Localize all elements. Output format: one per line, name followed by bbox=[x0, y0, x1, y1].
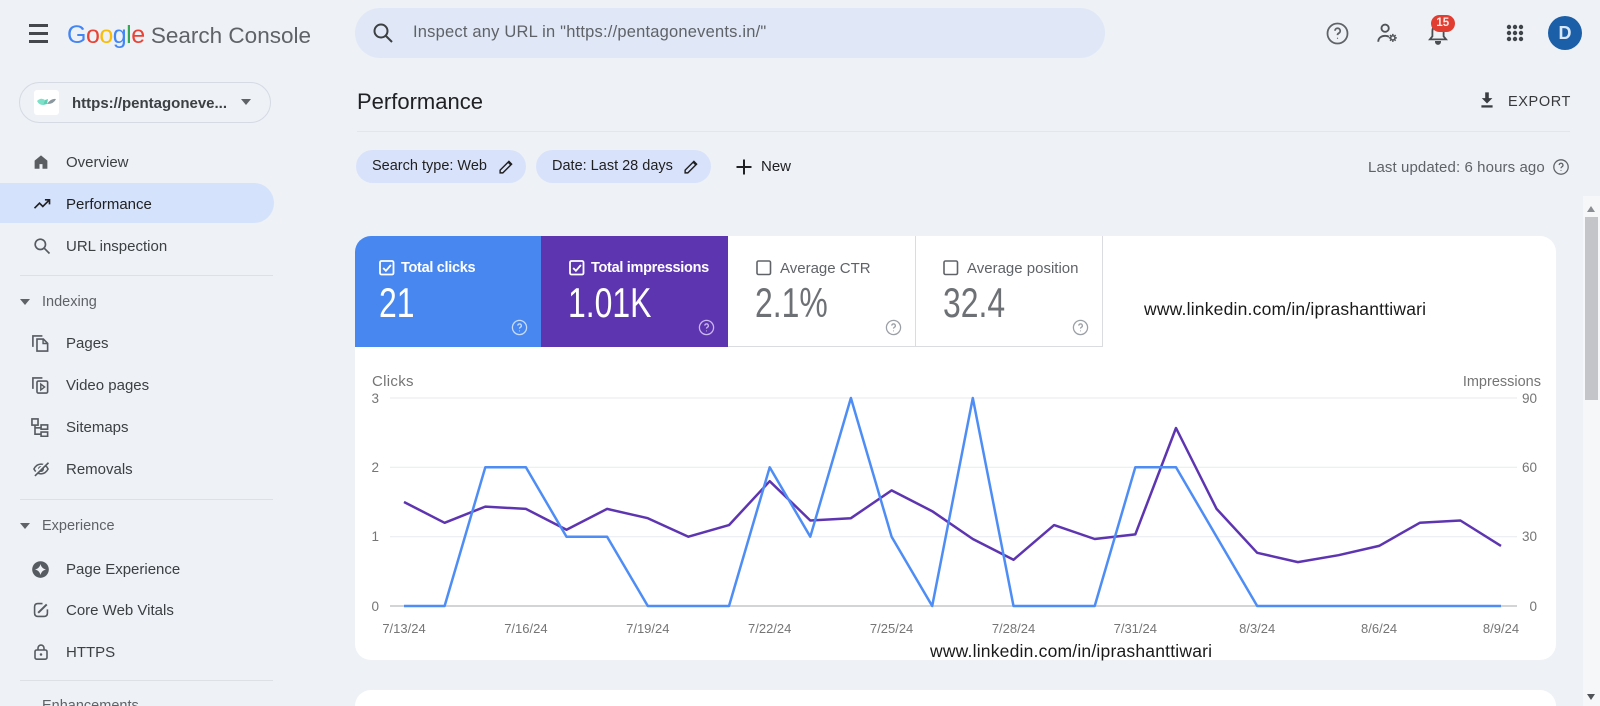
svg-text:7/16/24: 7/16/24 bbox=[504, 621, 547, 636]
svg-text:30: 30 bbox=[1522, 529, 1537, 544]
svg-text:7/28/24: 7/28/24 bbox=[992, 621, 1035, 636]
svg-text:7/19/24: 7/19/24 bbox=[626, 621, 669, 636]
svg-text:7/13/24: 7/13/24 bbox=[382, 621, 425, 636]
svg-text:Clicks: Clicks bbox=[372, 373, 414, 390]
svg-text:8/6/24: 8/6/24 bbox=[1361, 621, 1397, 636]
svg-text:7/25/24: 7/25/24 bbox=[870, 621, 913, 636]
svg-text:0: 0 bbox=[371, 599, 379, 614]
svg-text:1: 1 bbox=[371, 529, 379, 544]
svg-text:7/22/24: 7/22/24 bbox=[748, 621, 791, 636]
svg-text:60: 60 bbox=[1522, 460, 1537, 475]
svg-text:8/3/24: 8/3/24 bbox=[1239, 621, 1275, 636]
svg-text:8/9/24: 8/9/24 bbox=[1483, 621, 1519, 636]
svg-text:90: 90 bbox=[1522, 391, 1537, 406]
svg-text:3: 3 bbox=[371, 391, 379, 406]
svg-text:7/31/24: 7/31/24 bbox=[1114, 621, 1157, 636]
svg-text:Impressions: Impressions bbox=[1463, 374, 1541, 390]
svg-text:2: 2 bbox=[371, 460, 379, 475]
svg-text:0: 0 bbox=[1529, 599, 1537, 614]
